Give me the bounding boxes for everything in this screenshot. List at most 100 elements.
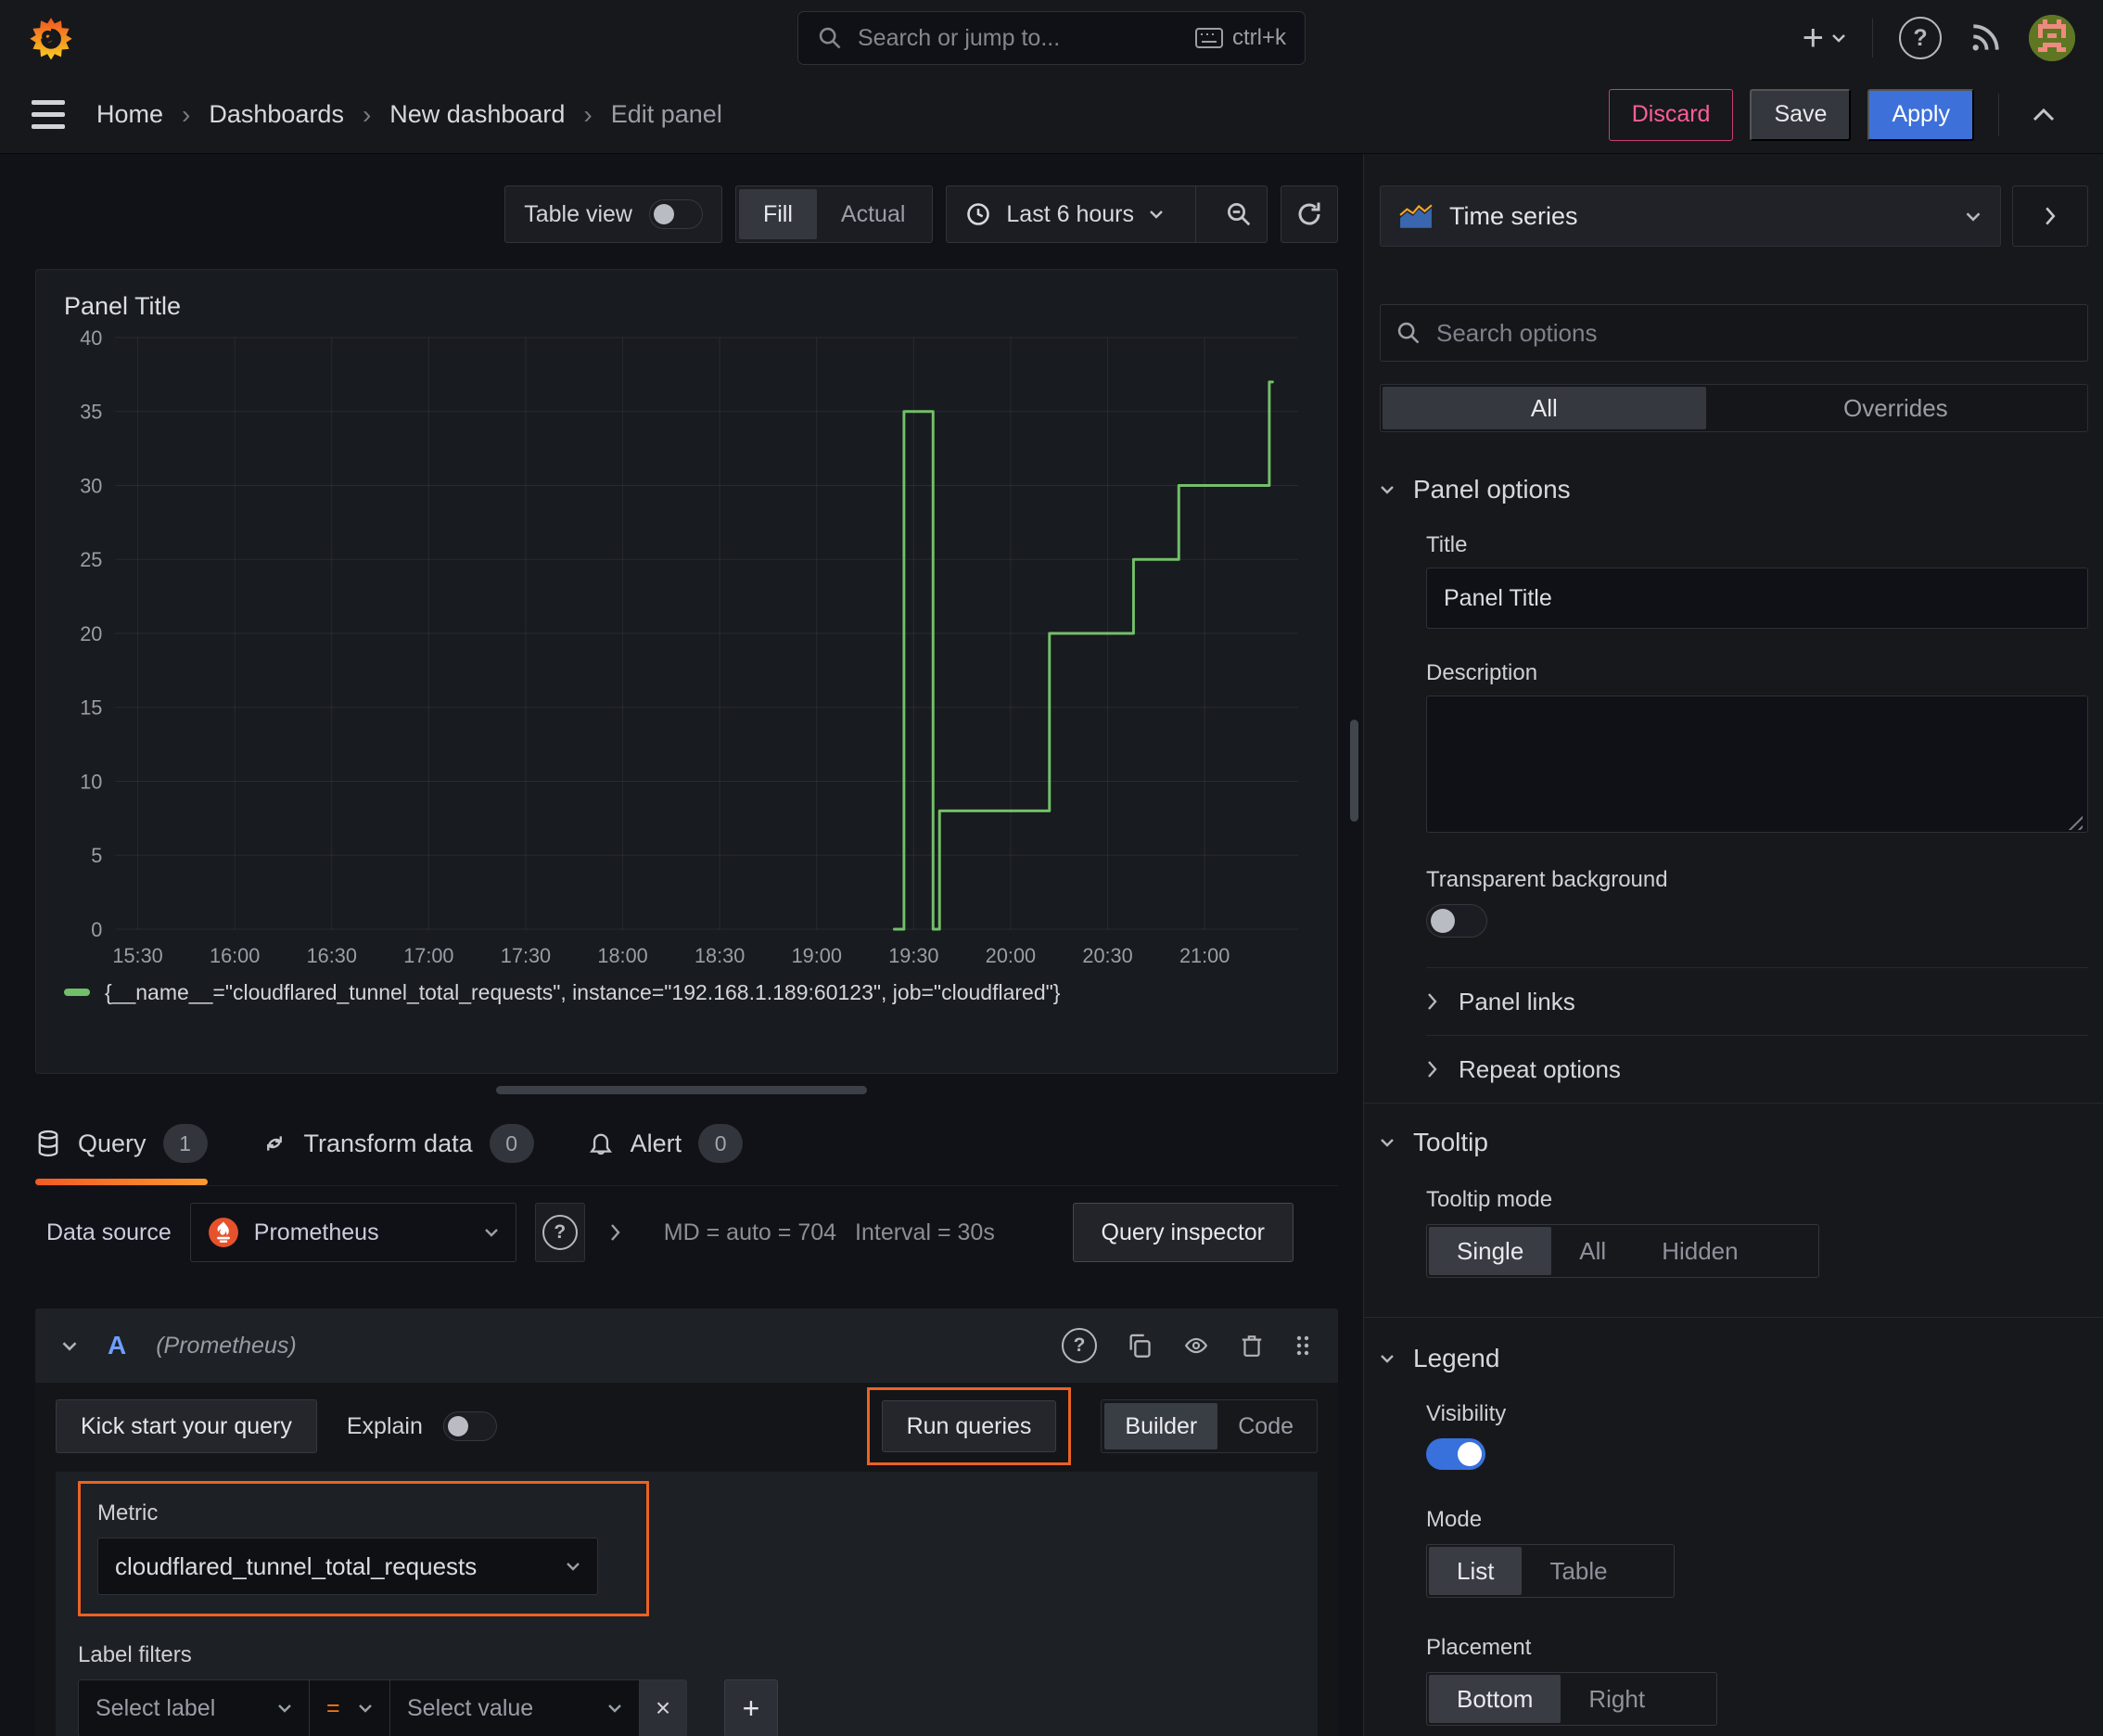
select-label-dropdown[interactable]: Select label	[78, 1679, 310, 1736]
delete-query-trash-icon[interactable]	[1240, 1333, 1264, 1359]
tooltip-section-header[interactable]: Tooltip	[1380, 1128, 2088, 1157]
actual-option[interactable]: Actual	[817, 189, 929, 239]
tab-query[interactable]: Query 1	[35, 1102, 208, 1185]
code-option[interactable]: Code	[1217, 1403, 1314, 1449]
operator-dropdown[interactable]: =	[309, 1679, 390, 1736]
breadcrumb: Home › Dashboards › New dashboard › Edit…	[96, 100, 722, 130]
divider	[1364, 1103, 2103, 1104]
fill-option[interactable]: Fill	[738, 189, 817, 239]
chevron-right-icon[interactable]	[609, 1223, 621, 1242]
tab-alert[interactable]: Alert 0	[588, 1102, 744, 1185]
global-search[interactable]: ctrl+k	[797, 11, 1306, 65]
search-shortcut: ctrl+k	[1194, 25, 1286, 51]
tab-transform-data[interactable]: Transform data 0	[261, 1102, 534, 1185]
metric-select[interactable]: cloudflared_tunnel_total_requests	[97, 1538, 598, 1595]
collapse-chevron-icon[interactable]	[61, 1340, 78, 1352]
legend-bottom-option[interactable]: Bottom	[1429, 1675, 1561, 1723]
horizontal-scroll-indicator[interactable]	[496, 1086, 867, 1094]
transform-count-badge: 0	[489, 1124, 534, 1163]
new-menu-button[interactable]: +	[1803, 19, 1846, 57]
tooltip-hidden-option[interactable]: Hidden	[1634, 1227, 1765, 1275]
refresh-icon[interactable]	[1281, 185, 1338, 243]
breadcrumb-home[interactable]: Home	[96, 100, 163, 129]
chevron-right-icon	[1428, 1061, 1437, 1078]
top-bar: ctrl+k + ?	[0, 0, 2103, 76]
datasource-select[interactable]: Prometheus	[189, 1203, 516, 1262]
add-filter-button[interactable]: +	[724, 1679, 778, 1736]
main-area: Table view Fill Actual Last 6 hours Pane…	[0, 154, 2103, 1736]
hide-query-eye-icon[interactable]	[1182, 1334, 1210, 1358]
breadcrumb-dashboards[interactable]: Dashboards	[209, 100, 344, 129]
tooltip-single-option[interactable]: Single	[1429, 1227, 1552, 1275]
apply-button[interactable]: Apply	[1867, 88, 1974, 141]
chevron-down-icon	[608, 1704, 621, 1713]
select-value-dropdown[interactable]: Select value	[389, 1679, 640, 1736]
collapse-options-pane-icon[interactable]	[2016, 87, 2071, 143]
legend-list-option[interactable]: List	[1429, 1547, 1523, 1595]
metric-label: Metric	[97, 1500, 159, 1525]
discard-button[interactable]: Discard	[1608, 88, 1734, 141]
breadcrumb-separator-icon: ›	[583, 99, 593, 129]
tab-all[interactable]: All	[1383, 387, 1706, 429]
grafana-app: ctrl+k + ?	[0, 0, 2103, 1736]
transparent-background-toggle[interactable]	[1426, 904, 1487, 938]
panel-links-section[interactable]: Panel links	[1380, 968, 2088, 1035]
timeseries-chart[interactable]: 0 5 10 15 20 25 30 35 40 15:30 16:00 16:30 17:00 17:3…	[57, 323, 1317, 972]
description-field-label: Description	[1426, 660, 1538, 685]
options-search-input[interactable]	[1434, 317, 2072, 349]
datasource-help-button[interactable]: ?	[534, 1203, 585, 1262]
query-row-header[interactable]: A (Prometheus) ?	[35, 1308, 1338, 1383]
query-help-icon[interactable]: ?	[1062, 1328, 1097, 1363]
query-ref-id[interactable]: A	[108, 1331, 126, 1360]
grafana-logo-icon[interactable]	[28, 15, 74, 61]
help-icon[interactable]: ?	[1899, 17, 1942, 59]
legend-series-label[interactable]: {__name__="cloudflared_tunnel_total_requ…	[105, 980, 1060, 1005]
query-datasource-hint: (Prometheus)	[156, 1332, 297, 1359]
svg-text:16:00: 16:00	[210, 944, 260, 967]
legend-table-option[interactable]: Table	[1522, 1547, 1635, 1595]
news-rss-icon[interactable]	[1968, 20, 2003, 56]
menu-toggle-icon[interactable]	[32, 100, 65, 129]
tab-alert-label: Alert	[630, 1129, 682, 1157]
legend-visibility-toggle[interactable]	[1426, 1438, 1485, 1470]
panel-options-header[interactable]: Panel options	[1380, 475, 2088, 504]
remove-filter-button[interactable]: ×	[639, 1679, 687, 1736]
panel-title-input[interactable]	[1426, 568, 2088, 629]
table-view-toggle[interactable]	[648, 199, 703, 229]
builder-option[interactable]: Builder	[1104, 1403, 1218, 1449]
legend-placement-label: Placement	[1426, 1635, 1532, 1660]
explain-toggle[interactable]	[442, 1411, 497, 1441]
legend-right-option[interactable]: Right	[1561, 1675, 1673, 1723]
save-button[interactable]: Save	[1750, 88, 1852, 141]
viz-suggestions-expand-button[interactable]	[2012, 185, 2088, 247]
label-filters-label: Label filters	[78, 1642, 192, 1667]
panel-options-sidebar: Time series All Overrides	[1363, 154, 2103, 1736]
run-queries-button[interactable]: Run queries	[881, 1400, 1057, 1452]
svg-text:35: 35	[80, 401, 102, 424]
options-search-box[interactable]	[1380, 304, 2088, 362]
repeat-options-section[interactable]: Repeat options	[1380, 1036, 2088, 1103]
user-avatar[interactable]	[2029, 15, 2075, 61]
metric-select-value: cloudflared_tunnel_total_requests	[115, 1551, 478, 1580]
svg-text:18:30: 18:30	[695, 944, 745, 967]
left-pane-scrollbar[interactable]	[1350, 720, 1358, 822]
time-range-control[interactable]: Last 6 hours	[946, 185, 1268, 243]
tab-overrides[interactable]: Overrides	[1706, 387, 2085, 429]
legend-section-header[interactable]: Legend	[1380, 1344, 2088, 1373]
breadcrumb-edit-panel: Edit panel	[610, 100, 722, 128]
global-search-input[interactable]	[856, 23, 1182, 53]
panel-description-textarea[interactable]	[1426, 696, 2088, 833]
query-tabs: Query 1 Transform data 0 Alert 0	[35, 1102, 1338, 1186]
label-filters-row: Select label = Select value × +	[78, 1679, 1295, 1736]
breadcrumb-new-dashboard[interactable]: New dashboard	[389, 100, 565, 129]
drag-handle-icon[interactable]	[1294, 1333, 1312, 1359]
tooltip-all-option[interactable]: All	[1551, 1227, 1634, 1275]
visualization-select[interactable]: Time series	[1380, 185, 2001, 247]
panel-title: Panel Title	[64, 292, 182, 320]
query-inspector-button[interactable]: Query inspector	[1072, 1203, 1294, 1262]
kick-start-query-button[interactable]: Kick start your query	[56, 1399, 317, 1453]
chart-legend[interactable]: {__name__="cloudflared_tunnel_total_requ…	[57, 972, 1317, 1013]
duplicate-query-icon[interactable]	[1127, 1333, 1153, 1359]
query-count-badge: 1	[162, 1124, 208, 1163]
zoom-out-icon[interactable]	[1211, 186, 1267, 242]
